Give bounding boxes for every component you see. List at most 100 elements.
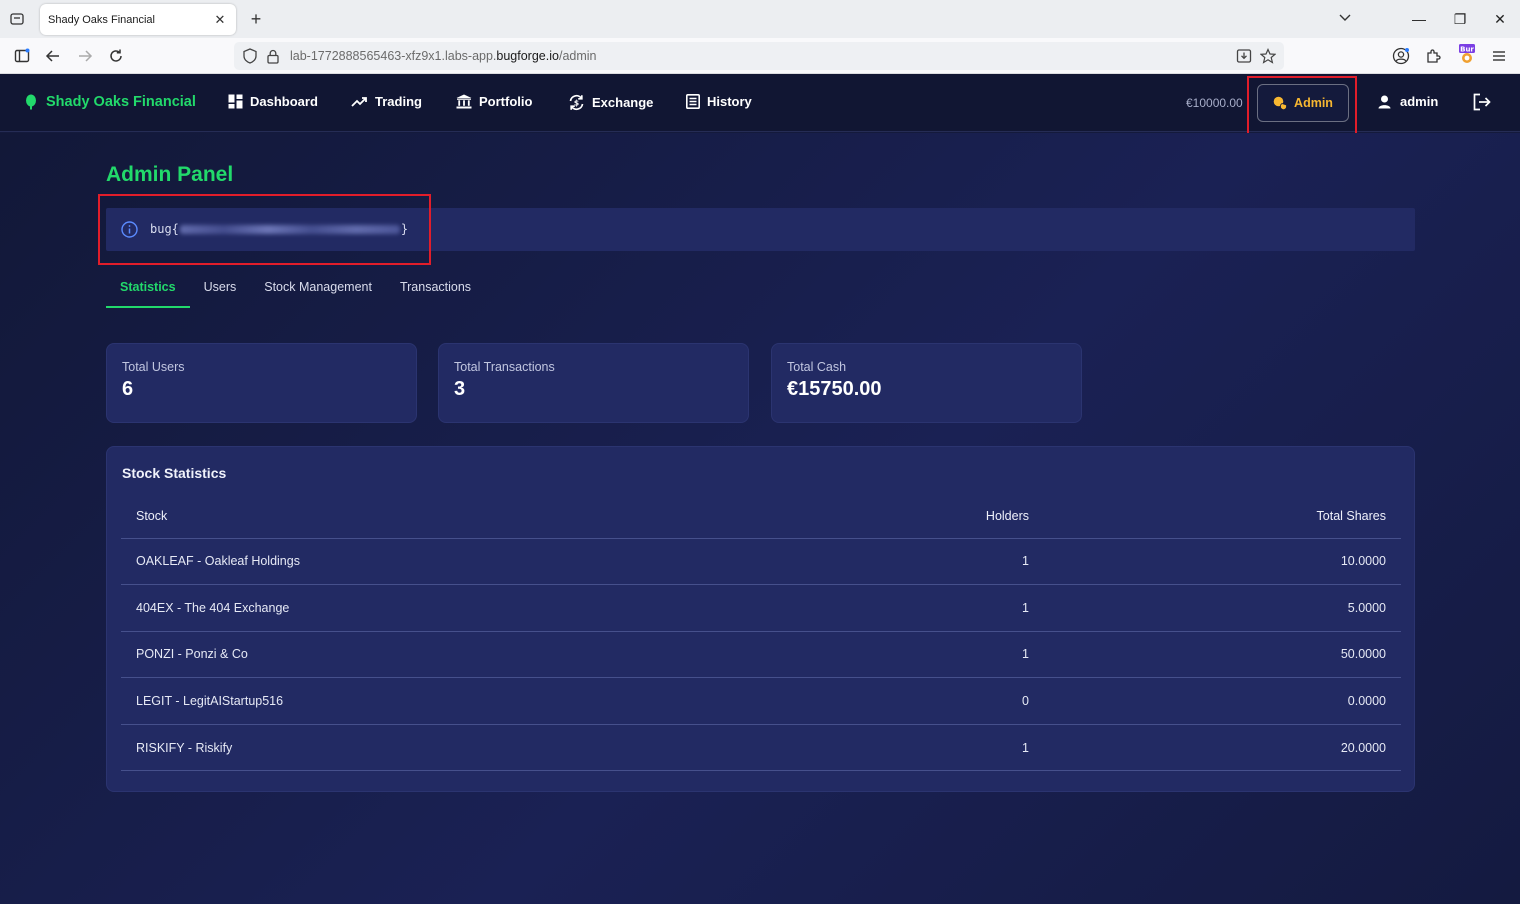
cell-shares: 5.0000 [1044,584,1401,632]
stat-label: Total Cash [787,360,847,374]
extensions-icon[interactable] [1423,46,1443,66]
brand-link[interactable]: Shady Oaks Financial [24,94,196,110]
flag-prefix: bug{ [150,222,179,236]
minimize-icon[interactable]: — [1409,8,1429,30]
browser-tab-title: Shady Oaks Financial [48,13,155,26]
cell-stock: OAKLEAF - Oakleaf Holdings [121,538,844,586]
stat-card-total-cash: Total Cash €15750.00 [771,343,1082,423]
cell-shares: 20.0000 [1044,724,1401,772]
nav-portfolio[interactable]: Portfolio [456,94,532,109]
browser-tab-strip: Shady Oaks Financial ✕ + — ❐ ✕ [0,0,1520,38]
stat-card-total-transactions: Total Transactions 3 [438,343,749,423]
table-header-row: Stock Holders Total Shares [121,494,1401,539]
new-tab-icon[interactable]: + [246,8,266,30]
browser-toolbar: lab-1772888565463-xfz9x1.labs-app.bugfor… [0,38,1520,74]
nav-exchange-label: Exchange [592,95,654,110]
chevron-down-icon[interactable] [1338,10,1356,28]
cell-stock: 404EX - The 404 Exchange [121,584,844,632]
nav-exchange[interactable]: $ Exchange [568,94,653,111]
nav-history[interactable]: History [686,94,752,109]
tab-transactions[interactable]: Transactions [386,278,485,308]
balance-display: €10000.00 [1186,96,1243,110]
tree-icon [26,94,36,110]
reload-icon[interactable] [106,46,126,66]
cell-stock: LEGIT - LegitAIStartup516 [121,677,844,725]
cell-stock: RISKIFY - Riskify [121,724,844,772]
column-header-stock: Stock [121,494,844,539]
table-row: PONZI - Ponzi & Co 1 50.0000 [121,631,1401,679]
tab-statistics[interactable]: Statistics [106,278,190,308]
tab-stock-management[interactable]: Stock Management [250,278,386,308]
admin-shield-icon [1273,96,1287,110]
url-text: lab-1772888565463-xfz9x1.labs-app.bugfor… [290,49,597,63]
stat-label: Total Transactions [454,360,555,374]
browser-tab[interactable]: Shady Oaks Financial ✕ [40,4,236,35]
flag-text: bug{ } [150,222,408,236]
burp-extension-icon[interactable]: Bur [1457,44,1477,64]
stat-value: 6 [122,378,134,400]
svg-text:$: $ [574,98,579,107]
flag-alert: bug{ } [106,208,1415,251]
bank-icon [456,94,472,109]
trending-up-icon [351,96,367,107]
panel-title: Stock Statistics [122,465,227,481]
stat-label: Total Users [122,360,185,374]
cell-holders: 1 [844,538,1044,586]
back-icon[interactable] [43,46,63,66]
account-icon[interactable] [1391,46,1411,66]
lock-icon[interactable] [263,46,283,66]
save-page-icon[interactable] [1234,46,1254,66]
nav-dashboard-label: Dashboard [250,94,318,109]
table-row: LEGIT - LegitAIStartup516 0 0.0000 [121,677,1401,725]
nav-history-label: History [707,94,752,109]
tab-users[interactable]: Users [190,278,251,308]
nav-dashboard[interactable]: Dashboard [228,94,318,109]
admin-button-label: Admin [1294,96,1333,110]
restore-icon[interactable]: ❐ [1450,8,1470,30]
stat-card-total-users: Total Users 6 [106,343,417,423]
cell-stock: PONZI - Ponzi & Co [121,631,844,679]
svg-text:Bur: Bur [1460,45,1474,53]
tab-list-icon[interactable] [8,10,26,28]
flag-redacted-value [179,224,400,234]
stock-statistics-table: Stock Holders Total Shares OAKLEAF - Oak… [121,494,1401,772]
exchange-icon: $ [569,94,584,111]
nav-trading[interactable]: Trading [351,94,422,109]
table-row: OAKLEAF - Oakleaf Holdings 1 10.0000 [121,538,1401,586]
cell-holders: 1 [844,584,1044,632]
cell-holders: 1 [844,724,1044,772]
main-content: Admin Panel bug{ } Statistics Users Stoc… [0,133,1520,904]
cell-shares: 10.0000 [1044,538,1401,586]
menu-icon[interactable] [1489,46,1509,66]
user-menu[interactable]: admin [1378,94,1438,109]
stock-statistics-panel: Stock Statistics Stock Holders Total Sha… [106,446,1415,792]
address-bar[interactable]: lab-1772888565463-xfz9x1.labs-app.bugfor… [234,42,1284,70]
app-navbar: Shady Oaks Financial Dashboard Trading P… [0,74,1520,135]
column-header-holders: Holders [844,494,1044,539]
table-row: 404EX - The 404 Exchange 1 5.0000 [121,584,1401,632]
cell-holders: 0 [844,677,1044,725]
info-icon [121,221,138,243]
dashboard-icon [228,94,243,109]
shield-icon[interactable] [240,46,260,66]
flag-suffix: } [400,222,409,236]
list-icon [686,94,700,109]
logout-icon[interactable] [1472,93,1494,113]
brand-name: Shady Oaks Financial [46,94,196,110]
close-tab-icon[interactable]: ✕ [212,12,228,28]
stat-value: €15750.00 [787,378,882,400]
admin-tabs: Statistics Users Stock Management Transa… [106,278,485,308]
user-name: admin [1400,94,1439,109]
forward-icon[interactable] [75,46,95,66]
user-icon [1378,95,1391,108]
bookmark-star-icon[interactable] [1258,46,1278,66]
column-header-total-shares: Total Shares [1044,494,1401,539]
page-title: Admin Panel [106,163,234,186]
table-row: RISKIFY - Riskify 1 20.0000 [121,724,1401,772]
cell-holders: 1 [844,631,1044,679]
sidebar-icon[interactable] [12,46,32,66]
stat-value: 3 [454,378,466,400]
admin-button[interactable]: Admin [1257,84,1349,122]
close-window-icon[interactable]: ✕ [1490,8,1510,30]
cell-shares: 50.0000 [1044,631,1401,679]
